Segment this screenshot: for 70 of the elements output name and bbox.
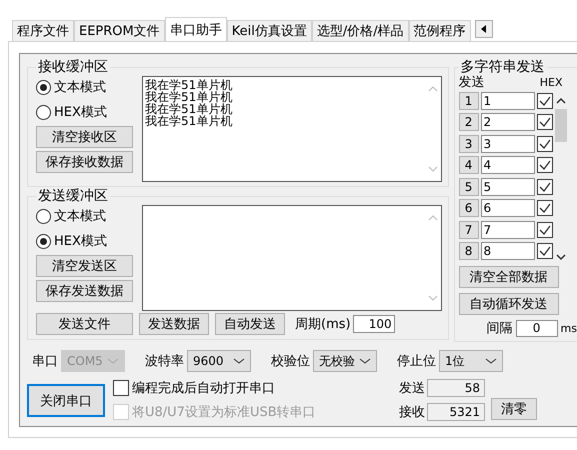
tab[interactable]: 范例程序 — [408, 20, 471, 41]
tab[interactable]: Keil仿真设置 — [226, 20, 312, 41]
action-button[interactable]: 清空接收区 — [36, 126, 133, 148]
action-button[interactable]: 发送文件 — [36, 313, 133, 335]
send-button[interactable]: 5 — [458, 178, 479, 196]
action-button[interactable]: 清空发送区 — [36, 255, 133, 277]
send-button[interactable]: 7 — [458, 220, 479, 239]
send-button[interactable]: 3 — [458, 134, 479, 153]
tab[interactable]: 程序文件 — [12, 20, 74, 41]
reset-button[interactable]: 清零 — [491, 398, 537, 420]
send-button[interactable]: 1 — [458, 92, 479, 110]
radio-option[interactable]: HEX模式 — [36, 230, 134, 252]
tab[interactable]: EEPROM文件 — [74, 20, 165, 41]
action-button[interactable]: 保存发送数据 — [36, 280, 133, 302]
text-line: 我在学51单片机 — [145, 103, 234, 115]
setting-label: 串口 — [32, 353, 58, 370]
text-line: 我在学51单片机 — [145, 91, 234, 103]
action-button[interactable]: 发送数据 — [139, 313, 209, 335]
column-header: HEX — [540, 76, 563, 91]
unit-label: ms — [560, 322, 577, 334]
interval-label: 间隔 — [486, 320, 513, 337]
checkbox-label: 将U8/U7设置为标准USB转串口 — [132, 404, 316, 421]
setting-label: 校验位 — [271, 353, 310, 370]
dropdown[interactable]: 9600 — [187, 350, 251, 372]
radio-label: 文本模式 — [54, 79, 106, 96]
counter-value: 5321 — [427, 403, 485, 421]
interval-field[interactable]: 0 — [516, 320, 558, 336]
column-header: 发送 — [458, 76, 485, 91]
radio-label: HEX模式 — [54, 233, 107, 250]
send-button[interactable]: 2 — [458, 113, 479, 132]
radio-label: HEX模式 — [54, 104, 107, 121]
text-area[interactable]: 我在学51单片机 我在学51单片机 我在学51单片机 我在学51单片机 — [142, 76, 442, 182]
checkbox-option[interactable]: 编程完成后自动打开串口 — [113, 378, 393, 398]
string-field[interactable]: 6 — [480, 199, 535, 218]
radio-label: 文本模式 — [54, 208, 106, 225]
radio-option[interactable]: 文本模式 — [36, 205, 134, 227]
setting-label: 停止位 — [397, 353, 436, 370]
action-button[interactable]: 清空全部数据 — [458, 266, 559, 288]
action-button[interactable]: 保存接收数据 — [36, 151, 133, 173]
string-field[interactable]: 7 — [480, 220, 535, 239]
dropdown[interactable]: 无校验 — [313, 350, 377, 372]
counter-label: 发送 — [399, 380, 425, 397]
radio-option[interactable]: HEX模式 — [36, 101, 134, 123]
group-title: 接收缓冲区 — [37, 58, 109, 76]
action-button[interactable]: 自动循环发送 — [458, 293, 559, 315]
send-button[interactable]: 6 — [458, 199, 479, 218]
tab[interactable]: 串口助手 — [164, 17, 227, 41]
text-line: 我在学51单片机 — [145, 79, 234, 91]
action-button[interactable]: 自动发送 — [215, 313, 285, 335]
string-field[interactable]: 3 — [480, 134, 535, 153]
close-port-button[interactable]: 关闭串口 — [27, 384, 105, 417]
group-title: 发送缓冲区 — [37, 187, 109, 205]
send-button[interactable]: 4 — [458, 156, 479, 174]
period-label: 周期(ms) — [295, 316, 351, 333]
setting-label: 波特率 — [145, 353, 184, 370]
period-field[interactable]: 100 — [352, 315, 395, 333]
send-button[interactable]: 8 — [458, 242, 479, 260]
string-field[interactable]: 4 — [480, 156, 535, 174]
text-line: 我在学51单片机 — [145, 115, 234, 127]
group-title: 多字符串发送 — [460, 58, 546, 76]
checkbox-label: 编程完成后自动打开串口 — [132, 380, 275, 397]
counter-label: 接收 — [399, 404, 425, 421]
string-field[interactable]: 5 — [480, 178, 535, 196]
dropdown[interactable]: 1位 — [439, 350, 503, 372]
tab[interactable]: 选型/价格/样品 — [312, 20, 409, 41]
string-field[interactable]: 8 — [480, 242, 535, 260]
radio-option[interactable]: 文本模式 — [36, 76, 134, 98]
counter-value: 58 — [427, 379, 485, 397]
string-field[interactable]: 2 — [480, 113, 535, 132]
string-field[interactable]: 1 — [480, 92, 535, 110]
